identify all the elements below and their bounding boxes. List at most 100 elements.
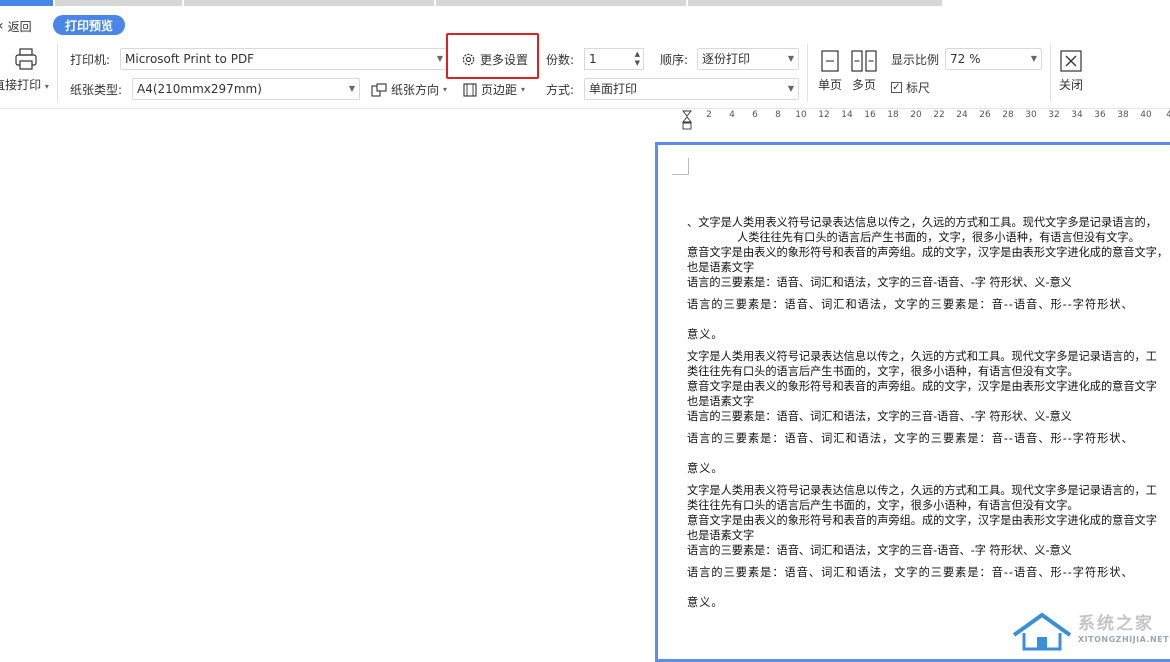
document-line: 语言的三要素是：语音、词汇和语法，文字的三要素是：音--语音、形--字符形状、 (687, 298, 1134, 311)
zoom-value: 72 % (950, 52, 981, 66)
ruler-tick-label: 22 (933, 110, 945, 120)
zoom-label: 显示比例 (891, 53, 940, 67)
copies-value: 1 (589, 52, 597, 66)
chevron-down-icon: ▼ (787, 84, 794, 93)
single-page-button[interactable]: 单页 (815, 50, 845, 93)
zoom-select[interactable]: 72 % ▼ (945, 48, 1042, 70)
mode-select[interactable]: 单面打印 ▼ (584, 78, 799, 100)
orientation-button[interactable]: 纸张方向 ▾ (371, 81, 447, 98)
document-line: 也是语素文字 (687, 395, 755, 408)
watermark-text: 系统之家 (1078, 614, 1154, 634)
ruler-tick-label: 14 (841, 110, 853, 120)
margin-label: 页边距 (481, 83, 518, 97)
ruler-tick-label: 38 (1117, 110, 1129, 120)
chevron-down-icon: ▼ (787, 54, 794, 63)
ruler-tick-label: 28 (1002, 110, 1014, 120)
document-line: 类往往先有口头的语言后产生书面的，文字，很多小语种，有语言但没有文字。 (687, 365, 1079, 378)
chevron-down-icon: ▼ (348, 84, 355, 93)
order-select[interactable]: 逐份打印 ▼ (697, 48, 799, 70)
copies-stepper[interactable]: 1 ▲ ▼ (584, 48, 644, 70)
page-margin-icon (463, 82, 477, 97)
ruler-tick-label: 4 (729, 110, 735, 120)
back-button[interactable]: ‹ 返回 (0, 16, 32, 36)
document-line: 语言的三要素是：语音、词汇和语法，文字的三要素是：音--语音、形--字符形状、 (687, 432, 1134, 445)
single-page-icon (821, 50, 839, 72)
document-line: 人类往往先有口头的语言后产生书面的，文字，很多小语种，有语言但没有文字。 (737, 231, 1140, 244)
document-line: 意音文字是由表义的象形符号和表音的声旁组。成的文字，汉字是由表形文字进化成的意音… (687, 246, 1169, 259)
mode-value: 单面打印 (589, 82, 638, 96)
document-line: 类往往先有口头的语言后产生书面的，文字，很多小语种，有语言但没有文字。 (687, 499, 1079, 512)
printer-value: Microsoft Print to PDF (125, 52, 255, 66)
ruler-tick-label: 8 (775, 110, 781, 120)
document-line: 语言的三要素是：语音、词汇和语法，文字的三音-语音、-字 符形状、义-意义 (687, 410, 1072, 423)
ruler-toggle[interactable]: ✓ 标尺 (891, 79, 930, 96)
document-line: 、文字是人类用表义符号记录表达信息以传之，久远的方式和工具。现代文字多是记录语言… (687, 216, 1157, 229)
paper-type-label: 纸张类型: (70, 83, 123, 97)
document-line: 文字是人类用表义符号记录表达信息以传之，久远的方式和工具。现代文字多是记录语言的… (687, 484, 1157, 497)
chevron-left-icon: ‹ (0, 18, 4, 34)
caret-down-icon: ▾ (521, 85, 526, 94)
ruler-tick-label: 6 (752, 110, 758, 120)
margin-button[interactable]: 页边距 ▾ (463, 81, 525, 98)
chevron-down-icon: ▼ (436, 54, 443, 63)
ruler-tick-label: 26 (979, 110, 991, 120)
ruler-tick-label: 20 (910, 110, 922, 120)
close-icon (1060, 50, 1082, 72)
ruler-tick-label: 10 (795, 110, 807, 120)
page-orientation-icon (371, 82, 387, 97)
ruler-tick-label: 32 (1048, 110, 1060, 120)
horizontal-ruler: 2 4 6 8 10 12 14 16 18 20 22 24 26 28 30 32 34 36 38 40 4 (678, 108, 1170, 122)
document-line: 语言的三要素是：语音、词汇和语法，文字的三音-语音、-字 符形状、义-意义 (687, 276, 1072, 289)
order-value: 逐份打印 (702, 52, 751, 66)
back-label: 返回 (7, 19, 32, 34)
printer-label: 打印机: (70, 53, 111, 67)
ruler-tick-label: 2 (706, 110, 712, 120)
document-line: 意音文字是由表义的象形符号和表音的声旁组。成的文字，汉字是由表形文字进化成的意音… (687, 514, 1157, 527)
print-preview-toolbar: ‹ 返回 打印预览 直接打印 ▾ 打印机: Microsoft Print to… (0, 6, 1170, 109)
order-label: 顺序: (660, 53, 689, 67)
printer-select[interactable]: Microsoft Print to PDF ▼ (120, 48, 448, 70)
ruler-tick-label: 36 (1094, 110, 1106, 120)
multi-page-button[interactable]: 多页 (849, 50, 879, 93)
direct-print-label: 直接打印 (0, 78, 42, 92)
close-label: 关闭 (1058, 78, 1083, 92)
document-line: 意义。 (687, 462, 724, 475)
print-preview-badge: 打印预览 (53, 15, 126, 35)
watermark: 系统之家 XITONGZHIJIA.NET (1010, 605, 1170, 657)
caret-down-icon: ▾ (44, 82, 49, 91)
document-line: 语言的三要素是：语音、词汇和语法，文字的三音-语音、-字 符形状、义-意义 (687, 544, 1072, 557)
mode-label: 方式: (546, 83, 575, 97)
divider (807, 44, 808, 102)
document-line: 意音文字是由表义的象形符号和表音的声旁组。成的文字，汉字是由表形文字进化成的意音… (687, 380, 1157, 393)
document-line: 意义。 (687, 328, 724, 341)
watermark-url: XITONGZHIJIA.NET (1078, 635, 1170, 644)
single-page-label: 单页 (817, 78, 842, 92)
highlight-box (446, 33, 539, 79)
paper-type-select[interactable]: A4(210mmx297mm) ▼ (132, 78, 360, 100)
ruler-tick-label: 4 (1166, 110, 1170, 120)
stepper-arrows-icon[interactable]: ▲ ▼ (635, 50, 640, 68)
ruler-tick-label: 24 (956, 110, 968, 120)
ruler-tick-label: 16 (864, 110, 876, 120)
chevron-down-icon: ▼ (1030, 54, 1037, 63)
ruler-tick-label: 18 (887, 110, 899, 120)
margin-corner-mark (672, 158, 689, 175)
copies-label: 份数: (546, 53, 575, 67)
caret-down-icon: ▾ (443, 85, 448, 94)
orientation-label: 纸张方向 (391, 83, 440, 97)
checkbox-checked-icon[interactable]: ✓ (891, 82, 902, 93)
close-button[interactable]: 关闭 (1056, 50, 1086, 93)
document-line: 语言的三要素是：语音、词汇和语法，文字的三要素是：音--语音、形--字符形状、 (687, 566, 1134, 579)
document-line: 也是语素文字 (687, 529, 755, 542)
paper-type-value: A4(210mmx297mm) (137, 82, 262, 96)
printer-icon (15, 48, 37, 70)
ruler-tick-label: 34 (1071, 110, 1083, 120)
divider (57, 44, 58, 102)
house-logo-icon (1012, 612, 1072, 651)
document-content: 、文字是人类用表义符号记录表达信息以传之，久远的方式和工具。现代文字多是记录语言… (687, 215, 1170, 610)
document-line: 也是语素文字 (687, 261, 755, 274)
ruler-tick-label: 40 (1140, 110, 1152, 120)
direct-print-button[interactable]: 直接打印 ▾ (0, 46, 52, 93)
document-line: 文字是人类用表义符号记录表达信息以传之，久远的方式和工具。现代文字多是记录语言的… (687, 350, 1157, 363)
divider (1050, 44, 1051, 102)
